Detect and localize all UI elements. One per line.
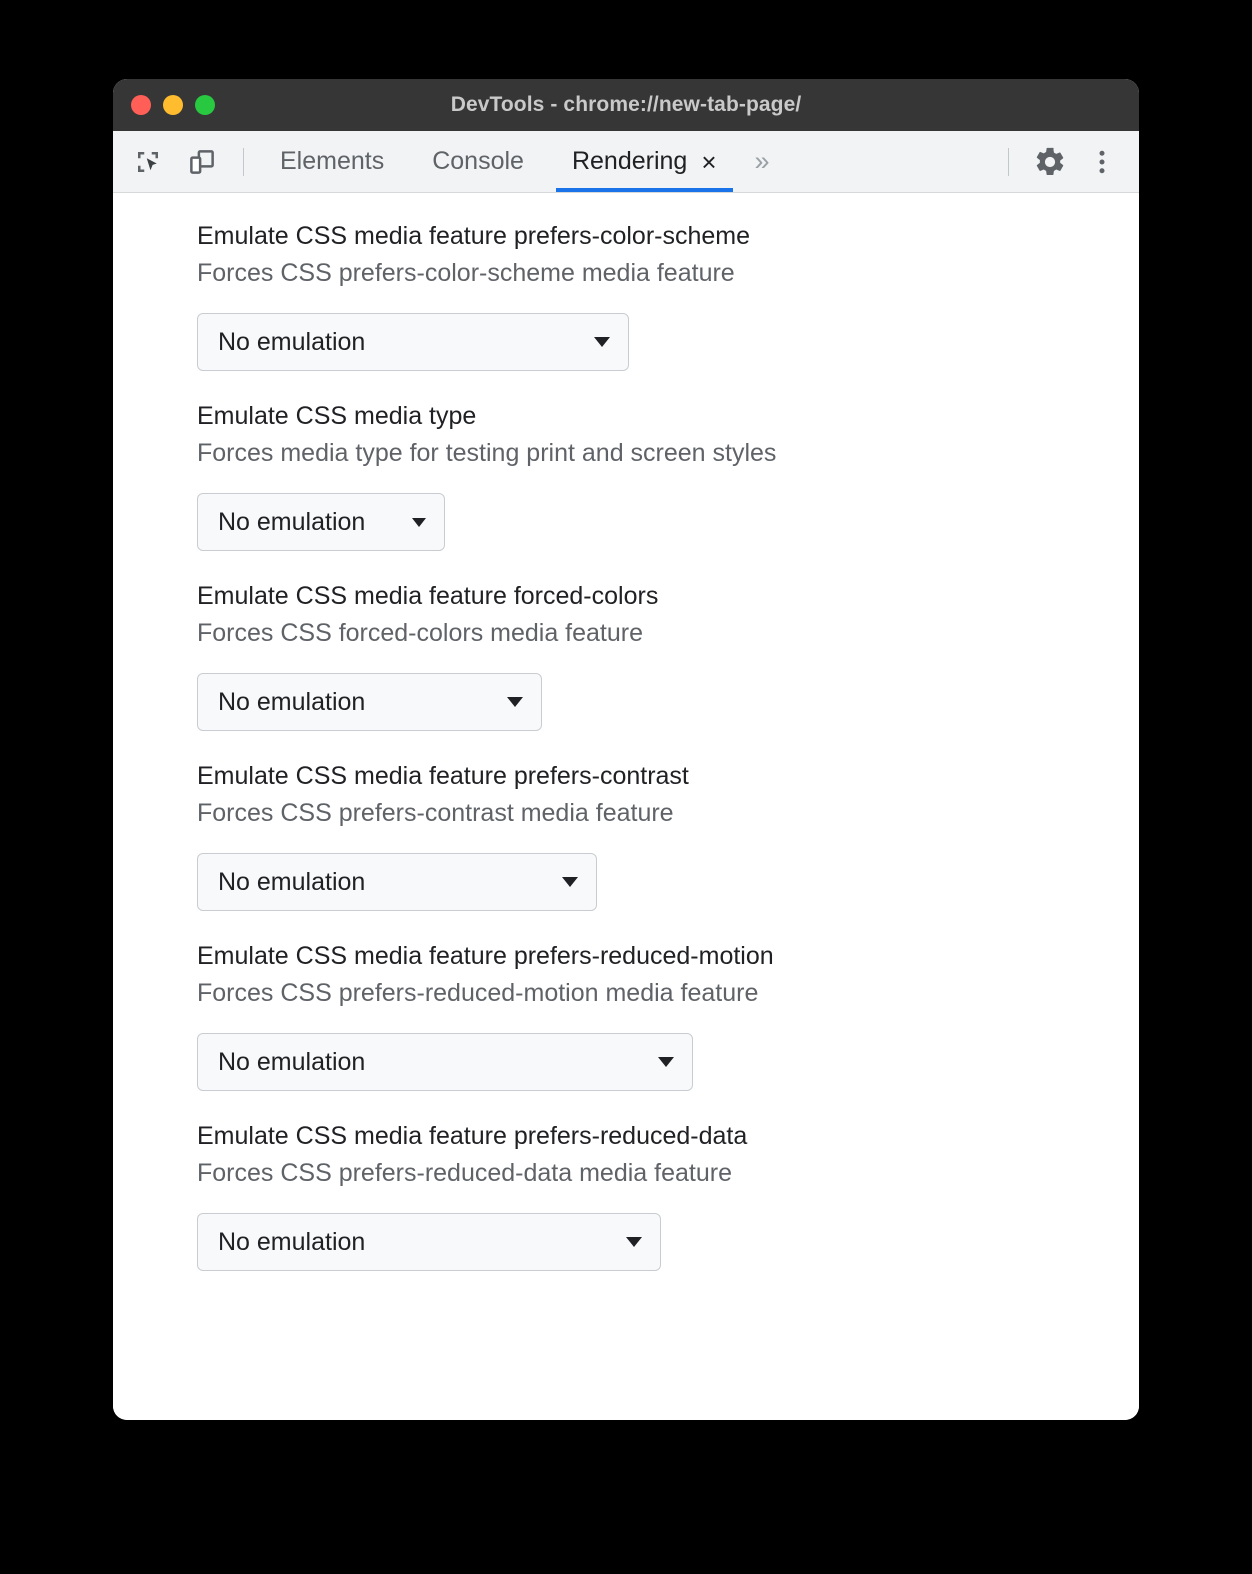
setting-control: No emulation <box>197 1033 1139 1091</box>
select-value: No emulation <box>218 1047 366 1076</box>
tab-elements-label: Elements <box>280 147 385 175</box>
setting-description: Forces CSS prefers-contrast media featur… <box>197 799 674 827</box>
close-icon[interactable]: × <box>701 149 716 175</box>
chevron-down-icon <box>658 1057 674 1067</box>
setting-control: No emulation <box>197 313 1139 371</box>
gear-icon[interactable] <box>1027 139 1073 185</box>
setting-title: Emulate CSS media feature prefers-color-… <box>197 222 751 250</box>
chevron-down-icon <box>507 697 523 707</box>
setting-description: Forces CSS forced-colors media feature <box>197 619 644 647</box>
select-value: No emulation <box>218 867 366 896</box>
setting-media-type: Emulate CSS media type Forces media type… <box>113 399 1139 551</box>
select-value: No emulation <box>218 687 366 716</box>
setting-title: Emulate CSS media feature prefers-reduce… <box>197 1122 748 1150</box>
setting-control: No emulation <box>197 493 1139 551</box>
rendering-panel: Emulate CSS media feature prefers-color-… <box>113 193 1139 1420</box>
traffic-lights <box>131 79 215 131</box>
more-vertical-icon[interactable] <box>1079 139 1125 185</box>
select-prefers-color-scheme[interactable]: No emulation <box>197 313 629 371</box>
setting-prefers-reduced-motion: Emulate CSS media feature prefers-reduce… <box>113 939 1139 1091</box>
chevron-down-icon <box>626 1237 642 1247</box>
tab-console-label: Console <box>432 147 524 175</box>
select-prefers-reduced-data[interactable]: No emulation <box>197 1213 661 1271</box>
setting-description: Forces CSS prefers-reduced-motion media … <box>197 979 759 1007</box>
chevron-down-icon <box>412 517 426 527</box>
tab-rendering-label: Rendering <box>571 147 688 175</box>
setting-title: Emulate CSS media feature prefers-reduce… <box>197 942 774 970</box>
active-tab-indicator <box>555 188 733 192</box>
chevron-down-icon <box>562 877 578 887</box>
setting-forced-colors: Emulate CSS media feature forced-colors … <box>113 579 1139 731</box>
select-value: No emulation <box>218 507 366 536</box>
select-prefers-reduced-motion[interactable]: No emulation <box>197 1033 693 1091</box>
close-window-button[interactable] <box>131 95 151 115</box>
setting-control: No emulation <box>197 1213 1139 1271</box>
setting-prefers-reduced-data: Emulate CSS media feature prefers-reduce… <box>113 1119 1139 1271</box>
select-media-type[interactable]: No emulation <box>197 493 445 551</box>
setting-control: No emulation <box>197 853 1139 911</box>
setting-description: Forces CSS prefers-color-scheme media fe… <box>197 259 735 287</box>
setting-title: Emulate CSS media type <box>197 402 477 430</box>
tab-console[interactable]: Console <box>408 131 548 192</box>
setting-control: No emulation <box>197 673 1139 731</box>
more-tabs-icon[interactable]: » <box>741 131 784 192</box>
setting-description: Forces media type for testing print and … <box>197 439 777 467</box>
inspect-element-icon[interactable] <box>125 139 171 185</box>
setting-prefers-color-scheme: Emulate CSS media feature prefers-color-… <box>113 219 1139 371</box>
select-value: No emulation <box>218 1227 366 1256</box>
device-toolbar-icon[interactable] <box>179 139 225 185</box>
window-titlebar: DevTools - chrome://new-tab-page/ <box>113 79 1139 131</box>
screen-background: DevTools - chrome://new-tab-page/ Elemen… <box>0 0 1252 1574</box>
select-forced-colors[interactable]: No emulation <box>197 673 542 731</box>
devtools-window: DevTools - chrome://new-tab-page/ Elemen… <box>113 79 1139 1420</box>
toolbar-right-icons <box>996 131 1139 192</box>
setting-title: Emulate CSS media feature prefers-contra… <box>197 762 689 790</box>
tab-rendering[interactable]: Rendering × <box>548 131 741 192</box>
setting-description: Forces CSS prefers-reduced-data media fe… <box>197 1159 732 1187</box>
toolbar-divider-right <box>1008 147 1009 176</box>
chevron-down-icon <box>594 337 610 347</box>
select-prefers-contrast[interactable]: No emulation <box>197 853 597 911</box>
devtools-toolbar: Elements Console Rendering × » <box>113 131 1139 193</box>
window-title: DevTools - chrome://new-tab-page/ <box>450 93 802 116</box>
select-value: No emulation <box>218 327 366 356</box>
zoom-window-button[interactable] <box>195 95 215 115</box>
toolbar-left-icons <box>125 131 231 192</box>
tab-elements[interactable]: Elements <box>256 131 408 192</box>
panel-tabs: Elements Console Rendering × » <box>256 131 784 192</box>
setting-title: Emulate CSS media feature forced-colors <box>197 582 659 610</box>
setting-prefers-contrast: Emulate CSS media feature prefers-contra… <box>113 759 1139 911</box>
minimize-window-button[interactable] <box>163 95 183 115</box>
toolbar-divider <box>243 147 244 176</box>
